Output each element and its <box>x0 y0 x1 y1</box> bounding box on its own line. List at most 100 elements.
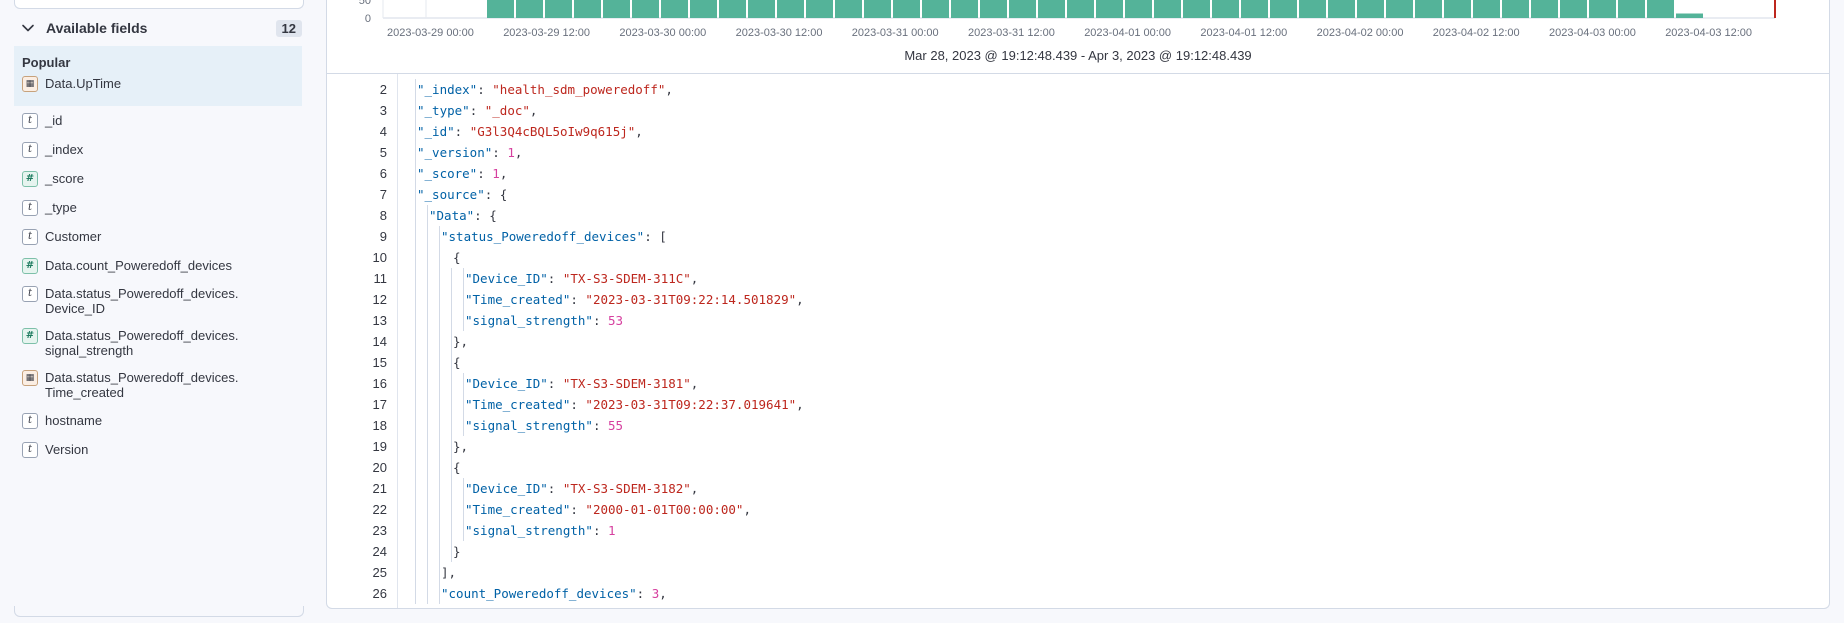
field-item[interactable]: # _score <box>22 171 84 187</box>
json-punctuation: , <box>690 481 699 496</box>
field-name: Data.status_Poweredoff_devices. Time_cre… <box>45 370 239 400</box>
histogram-bar[interactable] <box>1473 0 1500 18</box>
string-field-icon: t <box>22 442 38 458</box>
histogram-bar[interactable] <box>1328 0 1355 18</box>
line-number: 6 <box>379 166 387 181</box>
histogram-bar[interactable] <box>632 0 659 18</box>
field-name: hostname <box>45 413 103 428</box>
code-content: "_score": 1, <box>417 163 507 184</box>
json-punctuation: , <box>635 124 643 139</box>
histogram-bar[interactable] <box>1444 0 1471 18</box>
json-key: "signal_strength" <box>465 313 593 328</box>
json-punctuation: , <box>743 502 751 517</box>
field-item[interactable]: ▦ Data.status_Poweredoff_devices. Time_cr… <box>22 370 238 400</box>
string-field-icon: t <box>22 286 38 302</box>
chevron-down-icon[interactable] <box>20 20 36 36</box>
histogram-bar[interactable] <box>806 0 833 18</box>
line-number: 13 <box>372 313 387 328</box>
histogram-bar[interactable] <box>864 0 891 18</box>
json-punctuation: }, <box>453 334 469 349</box>
histogram-bar[interactable] <box>603 0 630 18</box>
histogram-bar[interactable] <box>893 0 920 18</box>
histogram-bar[interactable] <box>1067 0 1094 18</box>
histogram-bar[interactable] <box>1531 0 1558 18</box>
json-punctuation: , <box>665 82 673 97</box>
field-item[interactable]: t Version <box>22 442 88 458</box>
field-item[interactable]: t _index <box>22 142 83 158</box>
available-fields-title: Available fields <box>46 20 148 36</box>
histogram-bar[interactable] <box>1386 0 1413 18</box>
histogram-bar[interactable] <box>719 0 746 18</box>
histogram-bar[interactable] <box>574 0 601 18</box>
field-item[interactable]: # Data.count_Poweredoff_devices <box>22 258 232 274</box>
histogram-bar[interactable] <box>1241 0 1268 18</box>
line-number: 9 <box>379 229 387 244</box>
histogram-bar[interactable] <box>1589 0 1616 18</box>
histogram-bar[interactable] <box>545 0 572 18</box>
json-key: "_source" <box>417 187 485 202</box>
json-punctuation: , <box>499 166 508 181</box>
histogram-bar[interactable] <box>516 0 543 18</box>
date-field-icon: ▦ <box>22 370 38 386</box>
json-punctuation: { <box>453 250 461 265</box>
sidebar: Available fields 12 Popular ▦ Data.UpTime… <box>0 0 320 623</box>
histogram-bar[interactable] <box>1270 0 1297 18</box>
json-key: "_id" <box>417 124 455 139</box>
histogram-bar[interactable] <box>1154 0 1181 18</box>
line-number: 12 <box>372 292 387 307</box>
histogram-bar[interactable] <box>1502 0 1529 18</box>
field-item[interactable]: t hostname <box>22 413 102 429</box>
field-item[interactable]: # Data.status_Poweredoff_devices. signal_… <box>22 328 238 358</box>
histogram-bar[interactable] <box>661 0 688 18</box>
histogram-bar[interactable] <box>1212 0 1239 18</box>
histogram-bar[interactable] <box>1183 0 1210 18</box>
code-content: { <box>453 457 461 478</box>
histogram-bar[interactable] <box>690 0 717 18</box>
json-key: "_type" <box>417 103 470 118</box>
field-name: Data.UpTime <box>45 76 122 91</box>
json-string: "G3l3Q4cBQL5oIw9q615j" <box>469 124 636 139</box>
histogram-bar[interactable] <box>1096 0 1123 18</box>
json-punctuation: : <box>547 376 563 391</box>
field-item[interactable]: t _id <box>22 113 62 129</box>
field-name: _id <box>45 113 63 128</box>
histogram-bar[interactable] <box>1676 13 1703 19</box>
available-fields-header[interactable]: Available fields 12 <box>14 18 302 38</box>
code-content: "status_Poweredoff_devices": [ <box>441 226 667 247</box>
histogram-bar[interactable] <box>1647 0 1674 18</box>
json-number: 53 <box>608 313 624 328</box>
code-content: }, <box>453 436 468 457</box>
histogram-bar[interactable] <box>1038 0 1065 18</box>
histogram-bar[interactable] <box>1299 0 1326 18</box>
histogram-bar[interactable] <box>1357 0 1384 18</box>
date-field-icon: ▦ <box>22 76 38 92</box>
document-json-viewer[interactable]: 2 "_index": "health_sdm_poweredoff", 3 "_ty… <box>327 74 1829 608</box>
histogram-bar[interactable] <box>980 0 1007 18</box>
field-item[interactable]: t Data.status_Poweredoff_devices. Device_… <box>22 286 238 316</box>
line-number: 24 <box>372 544 387 559</box>
json-punctuation: : [ <box>644 229 667 244</box>
json-punctuation: , <box>514 145 523 160</box>
field-item[interactable]: t Customer <box>22 229 101 245</box>
field-item[interactable]: ▦ Data.UpTime <box>22 76 121 92</box>
histogram-bar[interactable] <box>748 0 775 18</box>
histogram-bar[interactable] <box>1560 0 1587 18</box>
code-content: "signal_strength": 1 <box>465 520 616 541</box>
histogram-bar[interactable] <box>1618 0 1645 18</box>
json-key: "Time_created" <box>465 397 571 412</box>
histogram-area: 50 0 2023-03-29 00:00 2023-03-29 12:00 2023-… <box>327 0 1829 74</box>
json-punctuation: : { <box>484 187 508 202</box>
histogram-bar[interactable] <box>922 0 949 18</box>
field-name: Data.count_Poweredoff_devices <box>45 258 232 273</box>
histogram-bar[interactable] <box>777 0 804 18</box>
field-item[interactable]: t _type <box>22 200 77 216</box>
selected-fields-panel <box>14 0 304 9</box>
line-number: 4 <box>379 124 387 139</box>
histogram-bar[interactable] <box>1009 0 1036 18</box>
histogram-bar[interactable] <box>1125 0 1152 18</box>
histogram-bar[interactable] <box>487 0 514 18</box>
indent-guide <box>451 268 452 562</box>
histogram-bar[interactable] <box>835 0 862 18</box>
histogram-bar[interactable] <box>951 0 978 18</box>
histogram-bar[interactable] <box>1415 0 1442 18</box>
